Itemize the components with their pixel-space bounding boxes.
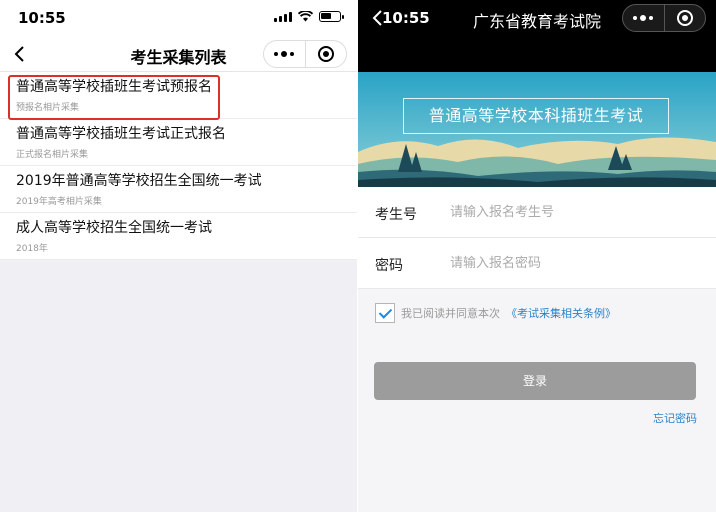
right-screen: 10:55 广东省教育考试院 普通高等学校本科插班生考试 考生号 请输入报名考生… [358, 0, 716, 512]
wifi-icon [298, 11, 313, 22]
terms-link[interactable]: 《考试采集相关条例》 [506, 305, 616, 321]
more-button[interactable] [264, 41, 306, 67]
list-item[interactable]: 普通高等学校插班生考试正式报名 正式报名相片采集 [0, 119, 357, 166]
agreement: 我已阅读并同意本次 《考试采集相关条例》 [375, 303, 616, 323]
banner-title: 普通高等学校本科插班生考试 [403, 98, 669, 134]
signal-icon [274, 11, 292, 22]
list-item-title: 成人高等学校招生全国统一考试 [16, 220, 212, 236]
list-item-subtitle: 2019年高考相片采集 [16, 197, 102, 207]
id-row: 考生号 [358, 187, 716, 238]
agree-checkbox[interactable] [375, 303, 395, 323]
list-item-subtitle: 2018年 [16, 244, 48, 254]
exam-id-input[interactable] [450, 199, 690, 225]
nav-bar: 考生采集列表 [0, 36, 357, 72]
list-item-subtitle: 预报名相片采集 [16, 103, 80, 113]
password-label: 密码 [375, 258, 403, 274]
banner: 普通高等学校本科插班生考试 [358, 72, 716, 187]
nav-bar: 广东省教育考试院 [358, 4, 716, 72]
list-item[interactable]: 成人高等学校招生全国统一考试 2018年 [0, 213, 357, 260]
password-row: 密码 [358, 238, 716, 289]
close-ring-icon [676, 10, 693, 26]
close-button[interactable] [306, 41, 347, 67]
list-item[interactable]: 2019年普通高等学校招生全国统一考试 2019年高考相片采集 [0, 166, 357, 213]
close-ring-icon [317, 46, 334, 62]
list-item-title: 普通高等学校插班生考试正式报名 [16, 126, 226, 142]
more-button[interactable] [623, 5, 665, 31]
status-time: 10:55 [18, 9, 66, 27]
forgot-password-link[interactable]: 忘记密码 [653, 410, 697, 426]
status-icons [274, 11, 344, 22]
password-input[interactable] [450, 250, 690, 276]
id-label: 考生号 [375, 207, 417, 223]
close-button[interactable] [665, 5, 706, 31]
mini-program-capsule [263, 40, 347, 68]
more-dots-icon [274, 51, 295, 57]
battery-icon [319, 11, 344, 22]
agree-text: 我已阅读并同意本次 [401, 307, 500, 320]
list-item[interactable]: 普通高等学校插班生考试预报名 预报名相片采集 [0, 72, 357, 120]
list-item-title: 普通高等学校插班生考试预报名 [16, 79, 212, 95]
login-button[interactable]: 登录 [374, 362, 696, 400]
left-screen: 10:55 考生采集列表 普通高等学校插班生考试预报名 预报名相片采集 普通高等… [0, 0, 357, 512]
more-dots-icon [633, 15, 654, 21]
status-bar: 10:55 [0, 0, 357, 36]
exam-list: 普通高等学校插班生考试预报名 预报名相片采集 普通高等学校插班生考试正式报名 正… [0, 72, 357, 260]
mini-program-capsule [622, 4, 706, 32]
list-item-title: 2019年普通高等学校招生全国统一考试 [16, 173, 262, 189]
login-form: 考生号 密码 [358, 187, 716, 289]
list-item-subtitle: 正式报名相片采集 [16, 150, 89, 160]
